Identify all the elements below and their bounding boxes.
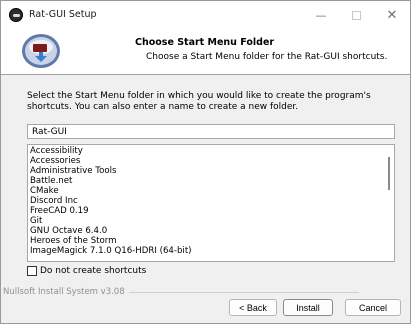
list-item[interactable]: CMake	[28, 186, 394, 196]
list-item[interactable]: FreeCAD 0.19	[28, 206, 394, 216]
installer-window: Rat-GUI Setup — ✕ Choose Start Menu Fold…	[0, 0, 411, 324]
list-item[interactable]: Discord Inc	[28, 196, 394, 206]
app-icon	[9, 8, 23, 22]
list-item[interactable]: Accessibility	[28, 146, 394, 156]
footer-divider	[128, 291, 359, 293]
page-subtitle: Choose a Start Menu folder for the Rat-G…	[146, 52, 388, 62]
window-title: Rat-GUI Setup	[29, 9, 97, 20]
no-shortcuts-label: Do not create shortcuts	[40, 266, 147, 276]
back-button[interactable]: < Back	[229, 299, 277, 316]
install-button[interactable]: Install	[283, 299, 333, 316]
scrollbar-thumb[interactable]	[388, 157, 390, 190]
instructions-text: Select the Start Menu folder in which yo…	[27, 91, 371, 112]
list-item[interactable]: Heroes of the Storm	[28, 236, 394, 246]
cancel-button[interactable]: Cancel	[345, 299, 401, 316]
page-title: Choose Start Menu Folder	[135, 37, 275, 48]
setup-globe-icon	[22, 34, 60, 68]
maximize-icon	[351, 10, 361, 20]
branding-text: Nullsoft Install System v3.08	[3, 287, 125, 297]
page-header: Choose Start Menu Folder Choose a Start …	[1, 29, 410, 75]
branding-footer: Nullsoft Install System v3.08	[3, 287, 359, 297]
list-item[interactable]: Battle.net	[28, 176, 394, 186]
list-item[interactable]: GNU Octave 6.4.0	[28, 226, 394, 236]
list-item[interactable]: ImageMagick 7.1.0 Q16-HDRI (64-bit)	[28, 246, 394, 256]
list-item[interactable]: Administrative Tools	[28, 166, 394, 176]
no-shortcuts-option[interactable]: Do not create shortcuts	[27, 265, 146, 277]
list-item[interactable]: Accessories	[28, 156, 394, 166]
no-shortcuts-checkbox[interactable]	[27, 266, 37, 276]
vertical-scrollbar[interactable]	[384, 145, 394, 261]
maximize-button[interactable]	[341, 1, 371, 29]
start-menu-folder-input[interactable]: Rat-GUI	[27, 124, 395, 139]
close-button[interactable]: ✕	[377, 1, 407, 29]
list-item[interactable]: Git	[28, 216, 394, 226]
minimize-button[interactable]: —	[306, 1, 336, 29]
folder-list[interactable]: Accessibility Accessories Administrative…	[27, 144, 395, 262]
title-bar: Rat-GUI Setup — ✕	[1, 1, 410, 29]
